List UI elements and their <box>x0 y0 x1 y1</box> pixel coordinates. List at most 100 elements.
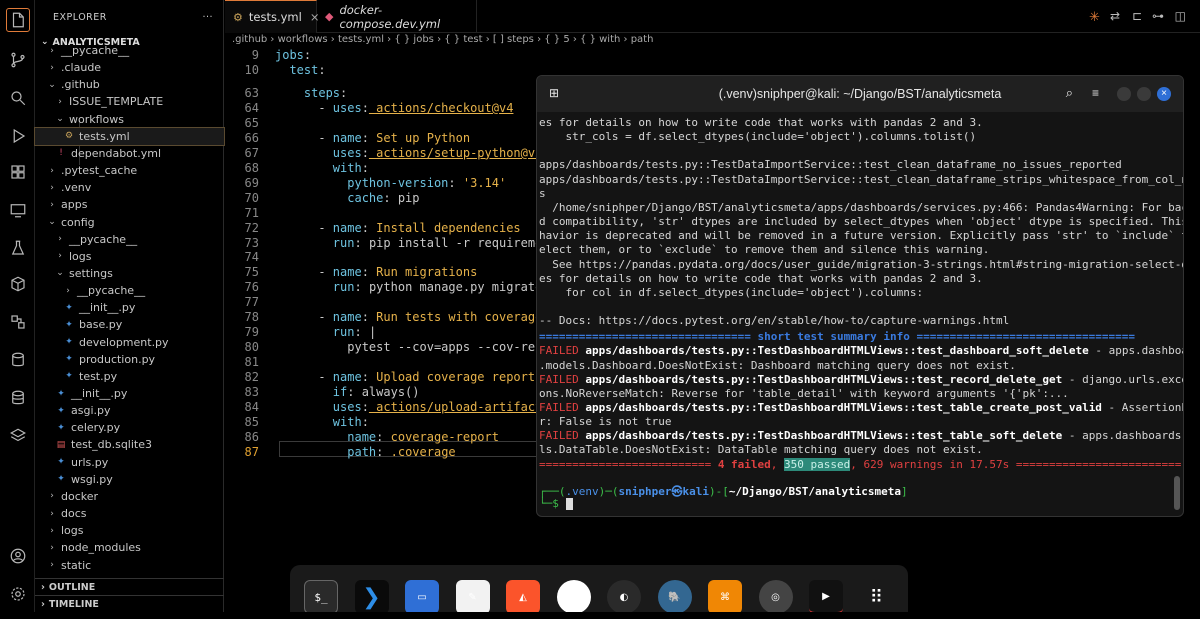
tree-folder[interactable]: › __pycache__ <box>35 42 224 59</box>
tree-file[interactable]: ✦ urls.py <box>35 454 224 471</box>
dock-app-grid-icon[interactable]: ⠿ <box>860 580 894 614</box>
code-line[interactable]: - name: Install dependencies <box>275 221 520 235</box>
tree-folder[interactable]: › docker <box>35 488 224 505</box>
layers-icon[interactable] <box>6 424 30 448</box>
tree-folder[interactable]: › docs <box>35 505 224 522</box>
account-icon[interactable] <box>6 544 30 568</box>
split-editor-icon[interactable]: ◫ <box>1175 9 1186 23</box>
code-line[interactable]: steps: <box>275 86 347 100</box>
tab-tests-yml[interactable]: ⚙ tests.yml × <box>225 0 319 33</box>
new-tab-icon[interactable]: ⊞ <box>549 86 559 100</box>
open-changes-icon[interactable]: ⇄ <box>1110 9 1120 23</box>
code-line[interactable]: with: <box>275 161 369 175</box>
code-line[interactable]: python-version: '3.14' <box>275 176 506 190</box>
code-line[interactable]: - name: Upload coverage report <box>275 370 535 384</box>
terminal-titlebar[interactable]: ⊞ (.venv)sniphper@kali: ~/Django/BST/ana… <box>537 76 1183 112</box>
code-line[interactable]: run: | <box>275 325 376 339</box>
source-control-icon[interactable] <box>6 48 30 72</box>
settings-gear-icon[interactable] <box>6 582 30 606</box>
timeline-section[interactable]: › TIMELINE <box>35 595 224 612</box>
containers-icon[interactable] <box>6 310 30 334</box>
minimize-button[interactable] <box>1117 87 1131 101</box>
graph-icon[interactable]: ⊶ <box>1152 9 1164 23</box>
tree-folder[interactable]: › .venv <box>35 179 224 196</box>
testing-flask-icon[interactable] <box>6 236 30 260</box>
tree-file[interactable]: ⚙ tests.yml <box>34 126 225 146</box>
tree-file[interactable]: ✦ test.py <box>35 368 224 385</box>
terminal-scrollbar[interactable] <box>1174 476 1180 510</box>
outline-section[interactable]: › OUTLINE <box>35 578 224 595</box>
code-line[interactable]: cache: pip <box>275 191 419 205</box>
menu-icon[interactable]: ≡ <box>1092 86 1099 100</box>
tree-file[interactable]: ! dependabot.yml <box>35 145 224 162</box>
code-line[interactable]: - name: Run migrations <box>275 265 477 279</box>
explorer-more-actions[interactable]: ··· <box>202 12 213 23</box>
remote-explorer-icon[interactable] <box>6 198 30 222</box>
tree-file[interactable]: ✦ wsgi.py <box>35 471 224 488</box>
code-line[interactable]: - name: Set up Python <box>275 131 470 145</box>
compare-icon[interactable]: ⊏ <box>1132 9 1142 23</box>
failed-test-name: apps/dashboards/tests.py::TestDashboardH… <box>585 429 1063 443</box>
dock-brave-icon[interactable]: ◭ <box>506 580 540 614</box>
code-line[interactable]: run: python manage.py migrate - <box>275 280 557 294</box>
tree-folder[interactable]: › ISSUE_TEMPLATE <box>35 93 224 110</box>
tree-file[interactable]: ▤ test_db.sqlite3 <box>35 436 224 453</box>
dock-postgres-icon[interactable]: 🐘 <box>657 580 692 614</box>
run-debug-icon[interactable] <box>6 124 30 148</box>
tree-file[interactable]: ✦ __init__.py <box>35 299 224 316</box>
close-button[interactable]: × <box>1157 87 1171 101</box>
tree-file[interactable]: ✦ development.py <box>35 334 224 351</box>
dock-terminal-icon[interactable]: $_ <box>304 580 338 614</box>
tree-folder[interactable]: › static <box>35 557 224 574</box>
tree-folder[interactable]: ⌄ workflows <box>35 111 224 128</box>
code-line[interactable]: with: <box>275 415 369 429</box>
search-icon[interactable] <box>6 86 30 110</box>
database-2-icon[interactable] <box>6 386 30 410</box>
dock-obs-icon[interactable]: ◎ <box>758 580 793 614</box>
extensions-icon[interactable] <box>6 160 30 184</box>
code-line[interactable]: name: coverage-report <box>275 430 499 444</box>
tree-file[interactable]: ✦ celery.py <box>35 419 224 436</box>
dock-app-icon[interactable]: ▶ <box>809 580 843 614</box>
explorer-icon[interactable] <box>6 8 30 32</box>
tree-folder[interactable]: › logs <box>35 248 224 265</box>
tree-folder[interactable]: ⌄ config <box>35 214 224 231</box>
tree-folder[interactable]: ⌄ .github <box>35 76 224 93</box>
code-line[interactable]: if: always() <box>275 385 420 399</box>
dock-text-editor-icon[interactable]: ✎ <box>455 580 490 614</box>
claude-icon[interactable]: ✳ <box>1089 10 1100 25</box>
search-icon[interactable]: ⌕ <box>1066 85 1073 101</box>
tree-folder[interactable]: › __pycache__ <box>35 231 224 248</box>
tree-file[interactable]: ✦ __init__.py <box>35 385 224 402</box>
breadcrumb[interactable]: .github › workflows › tests.yml › { } jo… <box>232 34 653 48</box>
code-line[interactable]: - uses: actions/checkout@v4 <box>275 101 513 115</box>
code-line[interactable]: pytest --cov=apps --cov-repor <box>275 340 557 354</box>
tree-file[interactable]: ✦ base.py <box>35 316 224 333</box>
tree-folder[interactable]: › apps <box>35 196 224 213</box>
code-line[interactable]: uses: actions/upload-artifact@v <box>275 400 557 414</box>
tab-docker-compose[interactable]: ◆ docker-compose.dev.yml <box>317 0 477 33</box>
code-line[interactable]: jobs: <box>275 48 311 62</box>
tree-folder[interactable]: › .pytest_cache <box>35 162 224 179</box>
code-line[interactable]: uses: actions/setup-python@v5 <box>275 146 543 160</box>
tree-folder[interactable]: ⌄ settings <box>35 265 224 282</box>
code-line[interactable]: test: <box>275 63 325 77</box>
code-line[interactable]: run: pip install -r requirement <box>275 236 557 250</box>
dock-files-icon[interactable]: ▭ <box>405 580 439 614</box>
dock-vscode-icon[interactable]: ❯ <box>354 580 389 614</box>
cube-icon[interactable] <box>6 272 30 296</box>
terminal-window[interactable]: ⊞ (.venv)sniphper@kali: ~/Django/BST/ana… <box>536 75 1184 517</box>
tree-folder[interactable]: › __pycache__ <box>35 282 224 299</box>
dock-drawio-icon[interactable]: ⌘ <box>708 580 742 614</box>
dock-chrome-icon[interactable]: ◉ <box>556 580 591 614</box>
maximize-button[interactable] <box>1137 87 1151 101</box>
tree-folder[interactable]: › node_modules <box>35 539 224 556</box>
tree-folder[interactable]: › .claude <box>35 59 224 76</box>
tree-file[interactable]: ✦ production.py <box>35 351 224 368</box>
code-line[interactable]: path: .coverage <box>275 445 455 459</box>
tree-folder[interactable]: › logs <box>35 522 224 539</box>
dock-burp-icon[interactable]: ◐ <box>607 580 641 614</box>
tree-file[interactable]: ✦ asgi.py <box>35 402 224 419</box>
database-icon[interactable] <box>6 348 30 372</box>
code-line[interactable]: - name: Run tests with coverage <box>275 310 542 324</box>
